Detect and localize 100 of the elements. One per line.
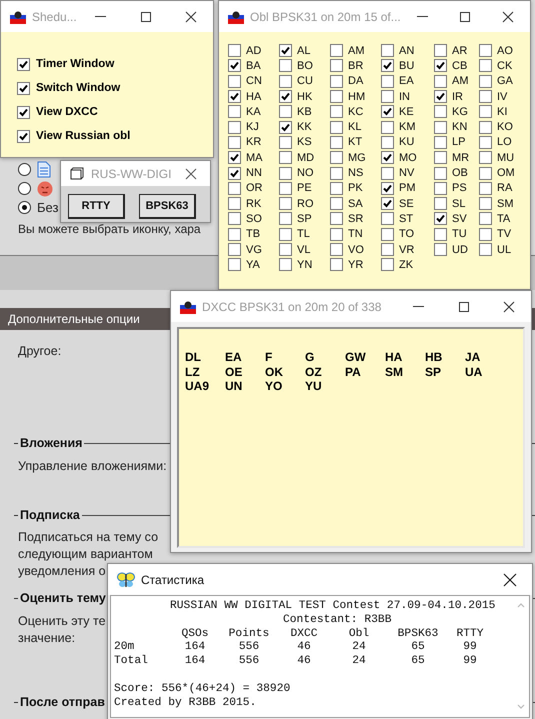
checkbox[interactable] [228, 105, 241, 118]
checkbox[interactable] [279, 182, 292, 195]
checkbox[interactable] [479, 212, 492, 226]
checkbox[interactable] [381, 90, 394, 104]
checkbox[interactable] [434, 243, 447, 256]
checkbox[interactable] [381, 197, 394, 210]
checkbox[interactable] [279, 212, 292, 226]
checkbox[interactable] [228, 182, 241, 195]
checkbox[interactable] [434, 151, 447, 164]
checkbox[interactable] [434, 90, 447, 104]
checkbox[interactable] [17, 58, 30, 70]
checkbox[interactable] [434, 105, 447, 118]
checkbox[interactable] [330, 74, 343, 88]
checkbox[interactable] [330, 182, 343, 195]
mode-button[interactable]: BPSK63 [139, 194, 196, 219]
checkbox[interactable] [330, 120, 343, 134]
checkbox[interactable] [479, 120, 492, 134]
checkbox[interactable] [381, 105, 394, 118]
checkbox[interactable] [279, 105, 292, 118]
checkbox[interactable] [479, 243, 492, 256]
checkbox[interactable] [228, 59, 241, 72]
checkbox[interactable] [479, 151, 492, 164]
checkbox[interactable] [279, 74, 292, 88]
checkbox[interactable] [279, 228, 292, 241]
checkbox[interactable] [330, 212, 343, 226]
checkbox-label: HA [246, 90, 262, 103]
checkbox[interactable] [434, 212, 447, 226]
checkbox[interactable] [330, 151, 343, 164]
checkbox[interactable] [479, 182, 492, 195]
checkbox[interactable] [479, 59, 492, 72]
checkbox[interactable] [434, 120, 447, 134]
checkbox[interactable] [381, 59, 394, 72]
checkbox[interactable] [434, 182, 447, 195]
checkbox[interactable] [330, 59, 343, 72]
checkbox[interactable] [330, 105, 343, 118]
checkbox[interactable] [17, 82, 30, 94]
checkbox[interactable] [279, 44, 292, 58]
checkbox[interactable] [381, 243, 394, 256]
checkbox[interactable] [479, 44, 492, 58]
checkbox[interactable] [279, 151, 292, 164]
radio-button[interactable] [18, 182, 31, 195]
mode-button[interactable]: RTTY [68, 194, 125, 219]
checkbox[interactable] [434, 197, 447, 210]
checkbox[interactable] [479, 136, 492, 149]
checkbox[interactable] [279, 90, 292, 104]
radio-button[interactable] [18, 163, 31, 176]
checkbox[interactable] [228, 212, 241, 226]
radio-button[interactable] [18, 201, 31, 214]
checkbox[interactable] [17, 106, 30, 118]
checkbox[interactable] [330, 197, 343, 210]
checkbox[interactable] [279, 59, 292, 72]
checkbox[interactable] [381, 120, 394, 134]
checkbox[interactable] [381, 212, 394, 226]
checkbox[interactable] [434, 59, 447, 72]
checkbox[interactable] [381, 44, 394, 58]
checkbox[interactable] [228, 151, 241, 164]
checkbox[interactable] [228, 243, 241, 256]
checkbox[interactable] [434, 74, 447, 88]
checkbox[interactable] [381, 228, 394, 241]
checkbox[interactable] [434, 228, 447, 241]
checkbox[interactable] [434, 166, 447, 180]
checkbox[interactable] [479, 228, 492, 241]
checkbox[interactable] [330, 166, 343, 180]
checkbox[interactable] [279, 120, 292, 134]
checkbox[interactable] [228, 44, 241, 58]
checkbox[interactable] [381, 258, 394, 272]
checkbox[interactable] [330, 243, 343, 256]
checkbox[interactable] [381, 182, 394, 195]
checkbox[interactable] [434, 44, 447, 58]
checkbox[interactable] [479, 74, 492, 88]
checkbox[interactable] [228, 120, 241, 134]
checkbox[interactable] [228, 166, 241, 180]
checkbox[interactable] [330, 136, 343, 149]
checkbox[interactable] [228, 74, 241, 88]
checkbox[interactable] [330, 90, 343, 104]
checkbox[interactable] [330, 258, 343, 272]
close-icon [502, 572, 516, 586]
checkbox[interactable] [381, 151, 394, 164]
checkbox[interactable] [279, 258, 292, 272]
checkbox[interactable] [381, 74, 394, 88]
checkbox[interactable] [479, 105, 492, 118]
checkbox[interactable] [228, 90, 241, 104]
checkbox[interactable] [381, 136, 394, 149]
dxcc-entry: UA [465, 364, 484, 379]
checkbox[interactable] [330, 228, 343, 241]
checkbox[interactable] [479, 166, 492, 180]
checkbox[interactable] [17, 130, 30, 142]
checkbox[interactable] [279, 197, 292, 210]
checkbox[interactable] [479, 90, 492, 104]
checkbox[interactable] [228, 228, 241, 241]
checkbox[interactable] [228, 136, 241, 149]
checkbox[interactable] [330, 44, 343, 58]
checkbox[interactable] [279, 136, 292, 149]
checkbox[interactable] [228, 197, 241, 210]
checkbox[interactable] [381, 166, 394, 180]
checkbox[interactable] [479, 197, 492, 210]
checkbox[interactable] [228, 258, 241, 272]
checkbox[interactable] [279, 166, 292, 180]
checkbox[interactable] [434, 136, 447, 149]
checkbox[interactable] [279, 243, 292, 256]
